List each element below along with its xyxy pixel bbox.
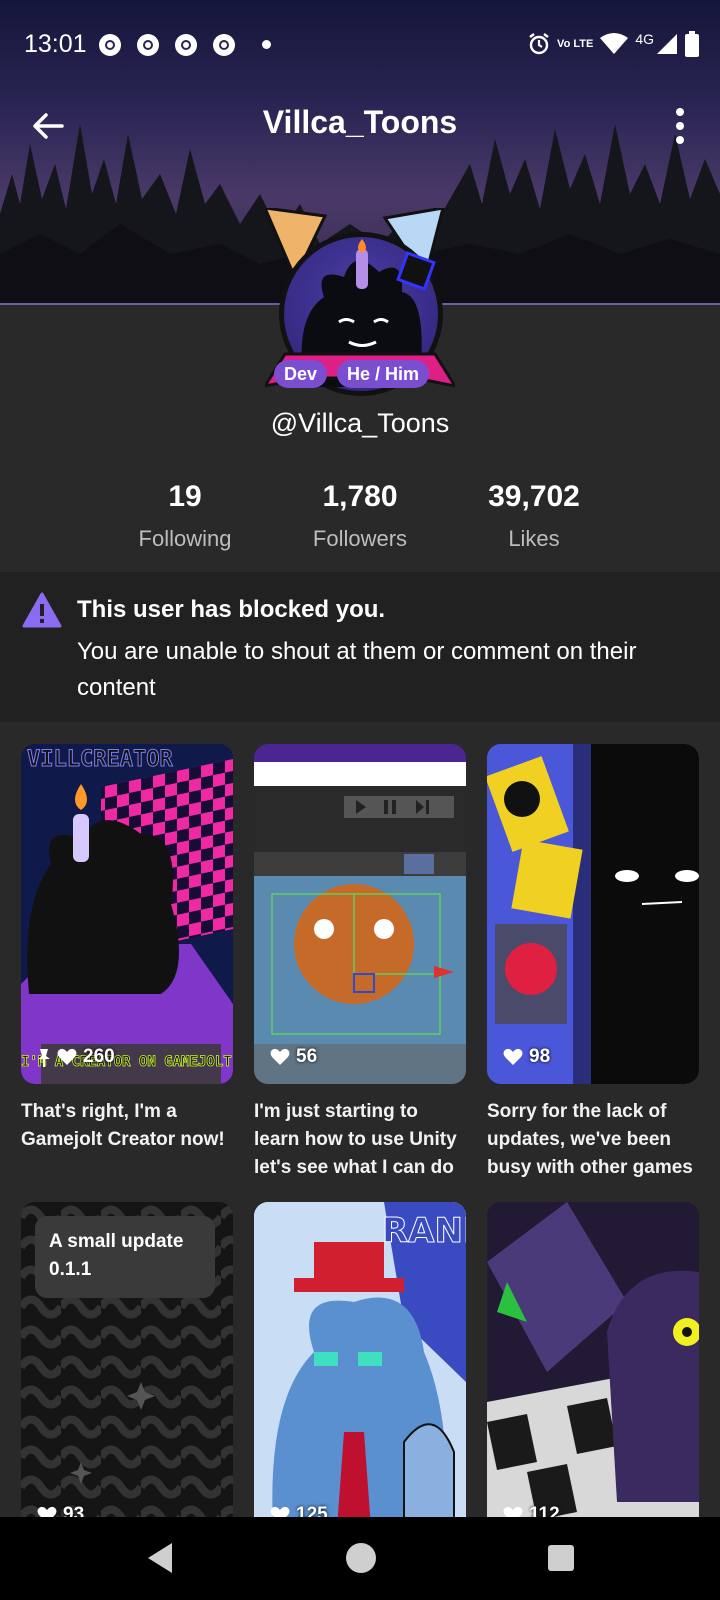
avatar[interactable]: Dev He / Him <box>265 208 455 396</box>
stat-likes[interactable]: 39,702 Likes <box>434 480 634 552</box>
nav-recents-icon[interactable] <box>548 1545 574 1571</box>
stat-value: 1,780 <box>322 480 398 513</box>
post-thumbnail: 56 <box>254 744 466 1084</box>
blocked-title: This user has blocked you. <box>77 596 386 623</box>
stat-following[interactable]: 19 Following <box>85 480 285 552</box>
status-icons: Vo LTE 4G <box>527 28 700 60</box>
post-card[interactable]: 98 Sorry for the lack of updates, we've … <box>487 744 699 1182</box>
post-banner-text: VILLCREATOR <box>27 747 173 772</box>
blocked-notice: This user has blocked you. You are unabl… <box>0 572 720 722</box>
badge-pronouns: He / Him <box>337 360 430 388</box>
stat-value: 19 <box>168 480 202 513</box>
heart-icon <box>503 1048 523 1065</box>
blocked-message: You are unable to shout at them or comme… <box>77 638 637 701</box>
top-app-bar: Villca_Toons <box>0 90 720 162</box>
post-text-overlay: A small update 0.1.1 <box>35 1216 215 1298</box>
post-likes: 98 <box>503 1046 550 1068</box>
nav-back-icon[interactable] <box>146 1541 174 1575</box>
heart-icon <box>57 1048 77 1065</box>
volte-label: Vo LTE <box>557 38 594 50</box>
battery-icon <box>685 31 699 57</box>
heart-icon <box>270 1048 290 1065</box>
chrome-icon <box>99 34 121 56</box>
alarm-icon <box>529 33 549 55</box>
post-likes: 260 <box>37 1046 115 1068</box>
wifi-icon <box>600 33 629 54</box>
chrome-icon <box>137 34 159 56</box>
like-count: 260 <box>83 1046 115 1067</box>
stat-label: Followers <box>312 526 408 551</box>
more-vertical-icon[interactable] <box>670 104 690 148</box>
network-type: 4G <box>635 31 654 47</box>
stat-value: 39,702 <box>488 480 580 513</box>
post-likes: 56 <box>270 1046 317 1068</box>
profile-handle: @Villca_Toons <box>270 408 450 438</box>
status-time: 13:01 <box>24 30 87 58</box>
system-nav-bar <box>0 1517 720 1600</box>
post-card[interactable]: A small update 0.1.1 93 <box>21 1202 233 1542</box>
warning-triangle-icon <box>22 592 62 628</box>
status-bar: 13:01 Vo LTE 4G <box>0 0 720 90</box>
post-caption: I'm just starting to learn how to use Un… <box>254 1101 457 1178</box>
post-card[interactable]: VILLCREATOR I'M A CREATOR ON GAMEJOLT NO… <box>21 744 233 1154</box>
post-card[interactable]: RAND 125 <box>254 1202 466 1542</box>
like-count: 98 <box>529 1046 551 1067</box>
stat-followers[interactable]: 1,780 Followers <box>260 480 460 552</box>
nav-home-icon[interactable] <box>346 1543 376 1573</box>
post-thumbnail: 98 <box>487 744 699 1084</box>
post-thumbnail: VILLCREATOR I'M A CREATOR ON GAMEJOLT NO… <box>21 744 233 1084</box>
post-caption: Sorry for the lack of updates, we've bee… <box>487 1101 693 1178</box>
notification-dot <box>262 40 271 49</box>
pin-icon <box>38 1049 50 1067</box>
post-thumbnail: RAND 125 <box>254 1202 466 1542</box>
post-thumbnail: A small update 0.1.1 93 <box>21 1202 233 1542</box>
like-count: 56 <box>296 1046 318 1067</box>
post-caption: That's right, I'm a Gamejolt Creator now… <box>21 1101 225 1150</box>
post-banner-text: RAND <box>382 1211 466 1251</box>
post-thumbnail: 112 <box>487 1202 699 1542</box>
chrome-icon <box>175 34 197 56</box>
signal-icon <box>657 34 677 54</box>
page-title: Villca_Toons <box>262 104 458 140</box>
profile-stats: 19 Following 1,780 Followers 39,702 Like… <box>0 480 720 560</box>
badge-dev: Dev <box>274 360 328 388</box>
stat-label: Likes <box>508 526 560 551</box>
chrome-icon <box>213 34 235 56</box>
post-card[interactable]: 56 I'm just starting to learn how to use… <box>254 744 466 1182</box>
post-card[interactable]: 112 <box>487 1202 699 1542</box>
stat-label: Following <box>138 526 232 551</box>
